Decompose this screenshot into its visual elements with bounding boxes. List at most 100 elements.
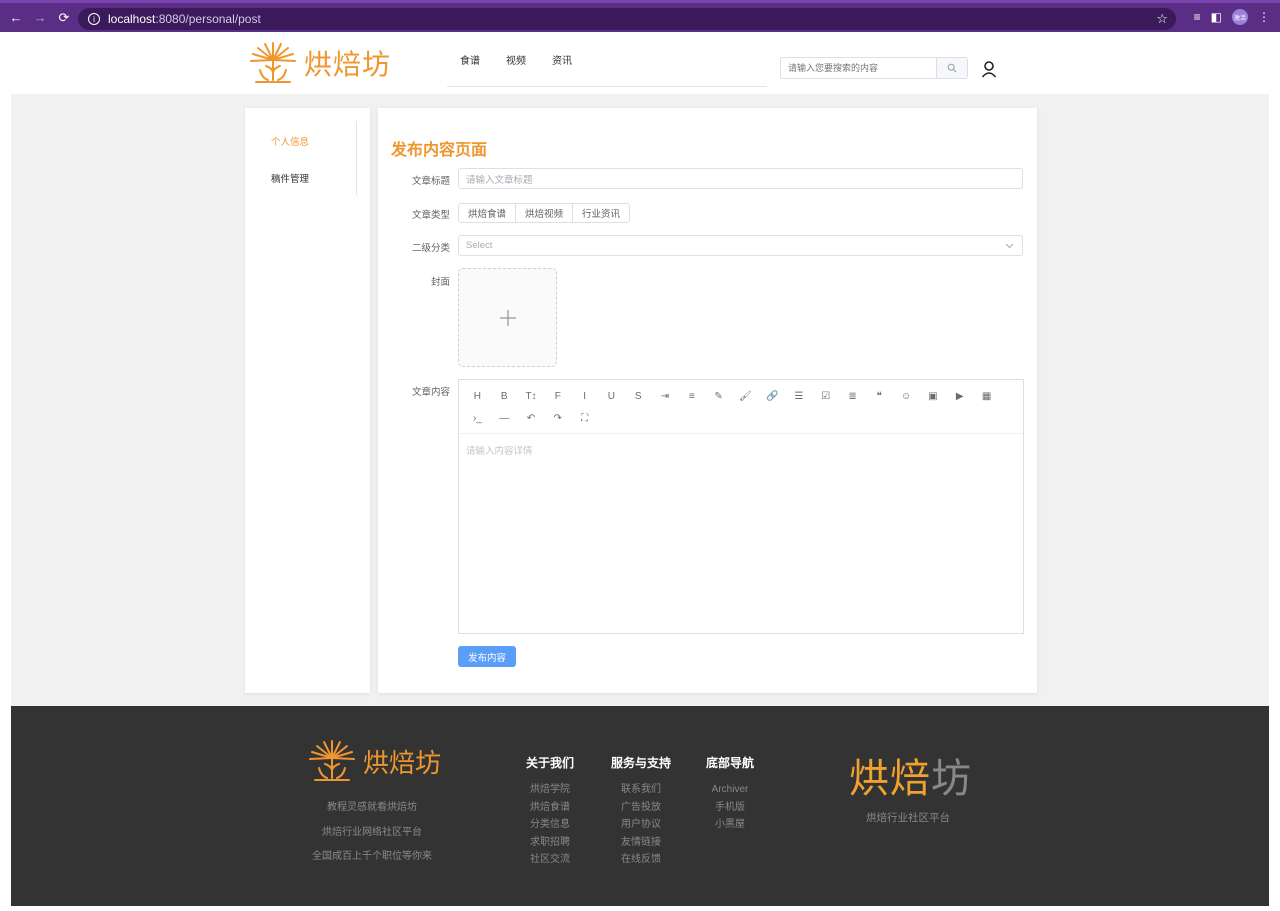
browser-menu-icon[interactable]: ⋮ — [1258, 10, 1270, 24]
footer-big-logo-part2: 坊 — [931, 757, 972, 801]
code-icon[interactable]: ›_ — [464, 407, 491, 429]
footer-logo-text: 烘焙坊 — [363, 747, 442, 778]
search-icon — [947, 63, 957, 73]
search-input[interactable] — [781, 58, 936, 78]
italic-icon[interactable]: I — [571, 385, 598, 407]
editor-body[interactable]: 请输入内容详情 — [459, 434, 1023, 466]
footer-big-subtitle: 烘焙行业社区平台 — [866, 812, 950, 824]
footer-col-nav: 底部导航 Archiver 手机版 小黑屋 — [695, 754, 765, 834]
footer-link[interactable]: Archiver — [695, 781, 765, 799]
top-nav: 食谱 视频 资讯 — [447, 32, 767, 87]
image-icon[interactable]: ▣ — [920, 385, 947, 407]
text-size-icon[interactable]: T↕ — [518, 385, 545, 407]
address-bar[interactable]: i localhost:8080/personal/post ☆ — [78, 8, 1176, 30]
footer-logo: 烘焙坊 — [307, 738, 441, 784]
logo-text: 烘焙坊 — [304, 49, 392, 80]
footer-link[interactable]: 手机版 — [695, 799, 765, 817]
title-input[interactable]: 请输入文章标题 — [458, 168, 1023, 189]
footer-col-title: 底部导航 — [705, 756, 754, 770]
footer-col-about: 关于我们 烘焙学院 烘焙食谱 分类信息 求职招聘 社区交流 — [515, 754, 585, 869]
type-selector: 烘焙食谱 烘焙视频 行业资讯 — [458, 203, 631, 223]
line-height-icon[interactable]: ≡ — [678, 385, 705, 407]
font-icon[interactable]: F — [544, 385, 571, 407]
nav-item-recipes[interactable]: 食谱 — [460, 52, 480, 67]
cover-upload[interactable] — [458, 268, 557, 367]
footer-tagline-2: 烘焙行业网络社区平台 — [322, 827, 422, 838]
heading-icon[interactable]: H — [464, 385, 491, 407]
site-info-icon[interactable]: i — [88, 13, 100, 25]
search-button[interactable] — [936, 58, 967, 78]
footer-link[interactable]: 社区交流 — [515, 851, 585, 869]
checkbox-icon[interactable]: ☑ — [812, 385, 839, 407]
url-path: :8080/personal/post — [155, 12, 261, 26]
footer-link[interactable]: 广告投放 — [601, 799, 681, 817]
footer-tagline-3: 全国成百上千个职位等你来 — [312, 851, 432, 862]
type-label: 文章类型 — [411, 210, 450, 221]
search-box — [780, 57, 968, 79]
subcategory-placeholder: Select — [466, 240, 493, 251]
footer-link[interactable]: 联系我们 — [601, 781, 681, 799]
type-option-news[interactable]: 行业资讯 — [573, 204, 629, 222]
link-icon[interactable]: 🔗 — [759, 385, 786, 407]
quote-icon[interactable]: ❝ — [866, 385, 893, 407]
content-label: 文章内容 — [411, 387, 450, 398]
bookmark-star-icon[interactable]: ☆ — [1156, 11, 1168, 27]
page-title: 发布内容页面 — [391, 142, 488, 159]
brush-icon[interactable]: 🖌 — [732, 385, 759, 407]
footer-link[interactable]: 烘焙食谱 — [515, 799, 585, 817]
highlight-icon[interactable]: ✎ — [705, 385, 732, 407]
list-icon[interactable]: ☰ — [786, 385, 813, 407]
indent-icon[interactable]: ⇥ — [652, 385, 679, 407]
reload-icon[interactable]: ⟳ — [52, 6, 76, 30]
emoji-icon[interactable]: ☺ — [893, 385, 920, 407]
footer-big-logo-part1: 烘焙 — [849, 757, 931, 801]
undo-icon[interactable]: ↶ — [518, 407, 545, 429]
fullscreen-icon[interactable]: ⛶ — [571, 407, 598, 429]
align-icon[interactable]: ≣ — [839, 385, 866, 407]
user-icon[interactable] — [980, 60, 998, 78]
url-host: localhost — [108, 12, 156, 26]
strikethrough-icon[interactable]: S — [625, 385, 652, 407]
divider-icon[interactable]: — — [491, 407, 518, 429]
forward-icon[interactable]: → — [28, 6, 52, 30]
sidebar: 个人信息 稿件管理 — [245, 108, 370, 693]
subcategory-select[interactable]: Select — [458, 235, 1023, 256]
nav-item-videos[interactable]: 视频 — [506, 52, 526, 67]
footer-link[interactable]: 求职招聘 — [515, 834, 585, 852]
profile-avatar[interactable]: 激活 — [1232, 9, 1248, 25]
chevron-down-icon — [1005, 243, 1014, 248]
site-logo[interactable]: 烘焙坊 — [248, 40, 391, 86]
post-form-card: 发布内容页面 文章标题 请输入文章标题 文章类型 烘焙食谱 烘焙视频 行业资讯 … — [378, 108, 1037, 693]
cover-label: 封面 — [430, 277, 450, 288]
video-icon[interactable]: ▶ — [946, 385, 973, 407]
type-option-video[interactable]: 烘焙视频 — [516, 204, 574, 222]
footer-big-logo: 烘焙坊 — [849, 746, 972, 804]
footer-link[interactable]: 小黑屋 — [695, 816, 765, 834]
nav-item-news[interactable]: 资讯 — [552, 52, 572, 67]
footer-link[interactable]: 在线反馈 — [601, 851, 681, 869]
sidebar-panel-icon[interactable]: ◧ — [1211, 10, 1222, 24]
table-icon[interactable]: ▦ — [973, 385, 1000, 407]
footer-col-title: 关于我们 — [525, 756, 574, 770]
sidebar-item-manuscripts[interactable]: 稿件管理 — [271, 171, 309, 185]
media-icon[interactable]: ≡ — [1194, 10, 1201, 24]
footer-link[interactable]: 用户协议 — [601, 816, 681, 834]
browser-toolbar: ← → ⟳ i localhost:8080/personal/post ☆ ≡… — [0, 0, 1280, 32]
sidebar-item-profile[interactable]: 个人信息 — [271, 134, 309, 148]
redo-icon[interactable]: ↷ — [544, 407, 571, 429]
site-header: 烘焙坊 食谱 视频 资讯 — [0, 32, 1280, 94]
bold-icon[interactable]: B — [491, 385, 518, 407]
type-option-recipe[interactable]: 烘焙食谱 — [459, 204, 517, 222]
plus-icon — [499, 309, 516, 326]
footer-link[interactable]: 分类信息 — [515, 816, 585, 834]
back-icon[interactable]: ← — [4, 6, 28, 30]
footer-link[interactable]: 友情链接 — [601, 834, 681, 852]
publish-button[interactable]: 发布内容 — [458, 646, 516, 667]
footer-col-title: 服务与支持 — [610, 756, 671, 770]
footer-link[interactable]: 烘焙学院 — [515, 781, 585, 799]
editor-toolbar: H B T↕ F I U S ⇥ ≡ ✎ 🖌 🔗 ☰ ☑ ≣ ❝ ☺ ▣ ▶ ▦ ›_ — ↶ ↷ ⛶ — [459, 380, 1023, 434]
rich-text-editor: H B T↕ F I U S ⇥ ≡ ✎ 🖌 🔗 ☰ ☑ ≣ ❝ ☺ ▣ ▶ ▦ ›_ — ↶ ↷ ⛶ 请输入内容详情 — [458, 379, 1024, 634]
site-footer: 烘焙坊 教程灵感就看烘焙坊 烘焙行业网络社区平台 全国成百上千个职位等你来 关于… — [11, 706, 1269, 906]
title-label: 文章标题 — [411, 176, 450, 187]
underline-icon[interactable]: U — [598, 385, 625, 407]
